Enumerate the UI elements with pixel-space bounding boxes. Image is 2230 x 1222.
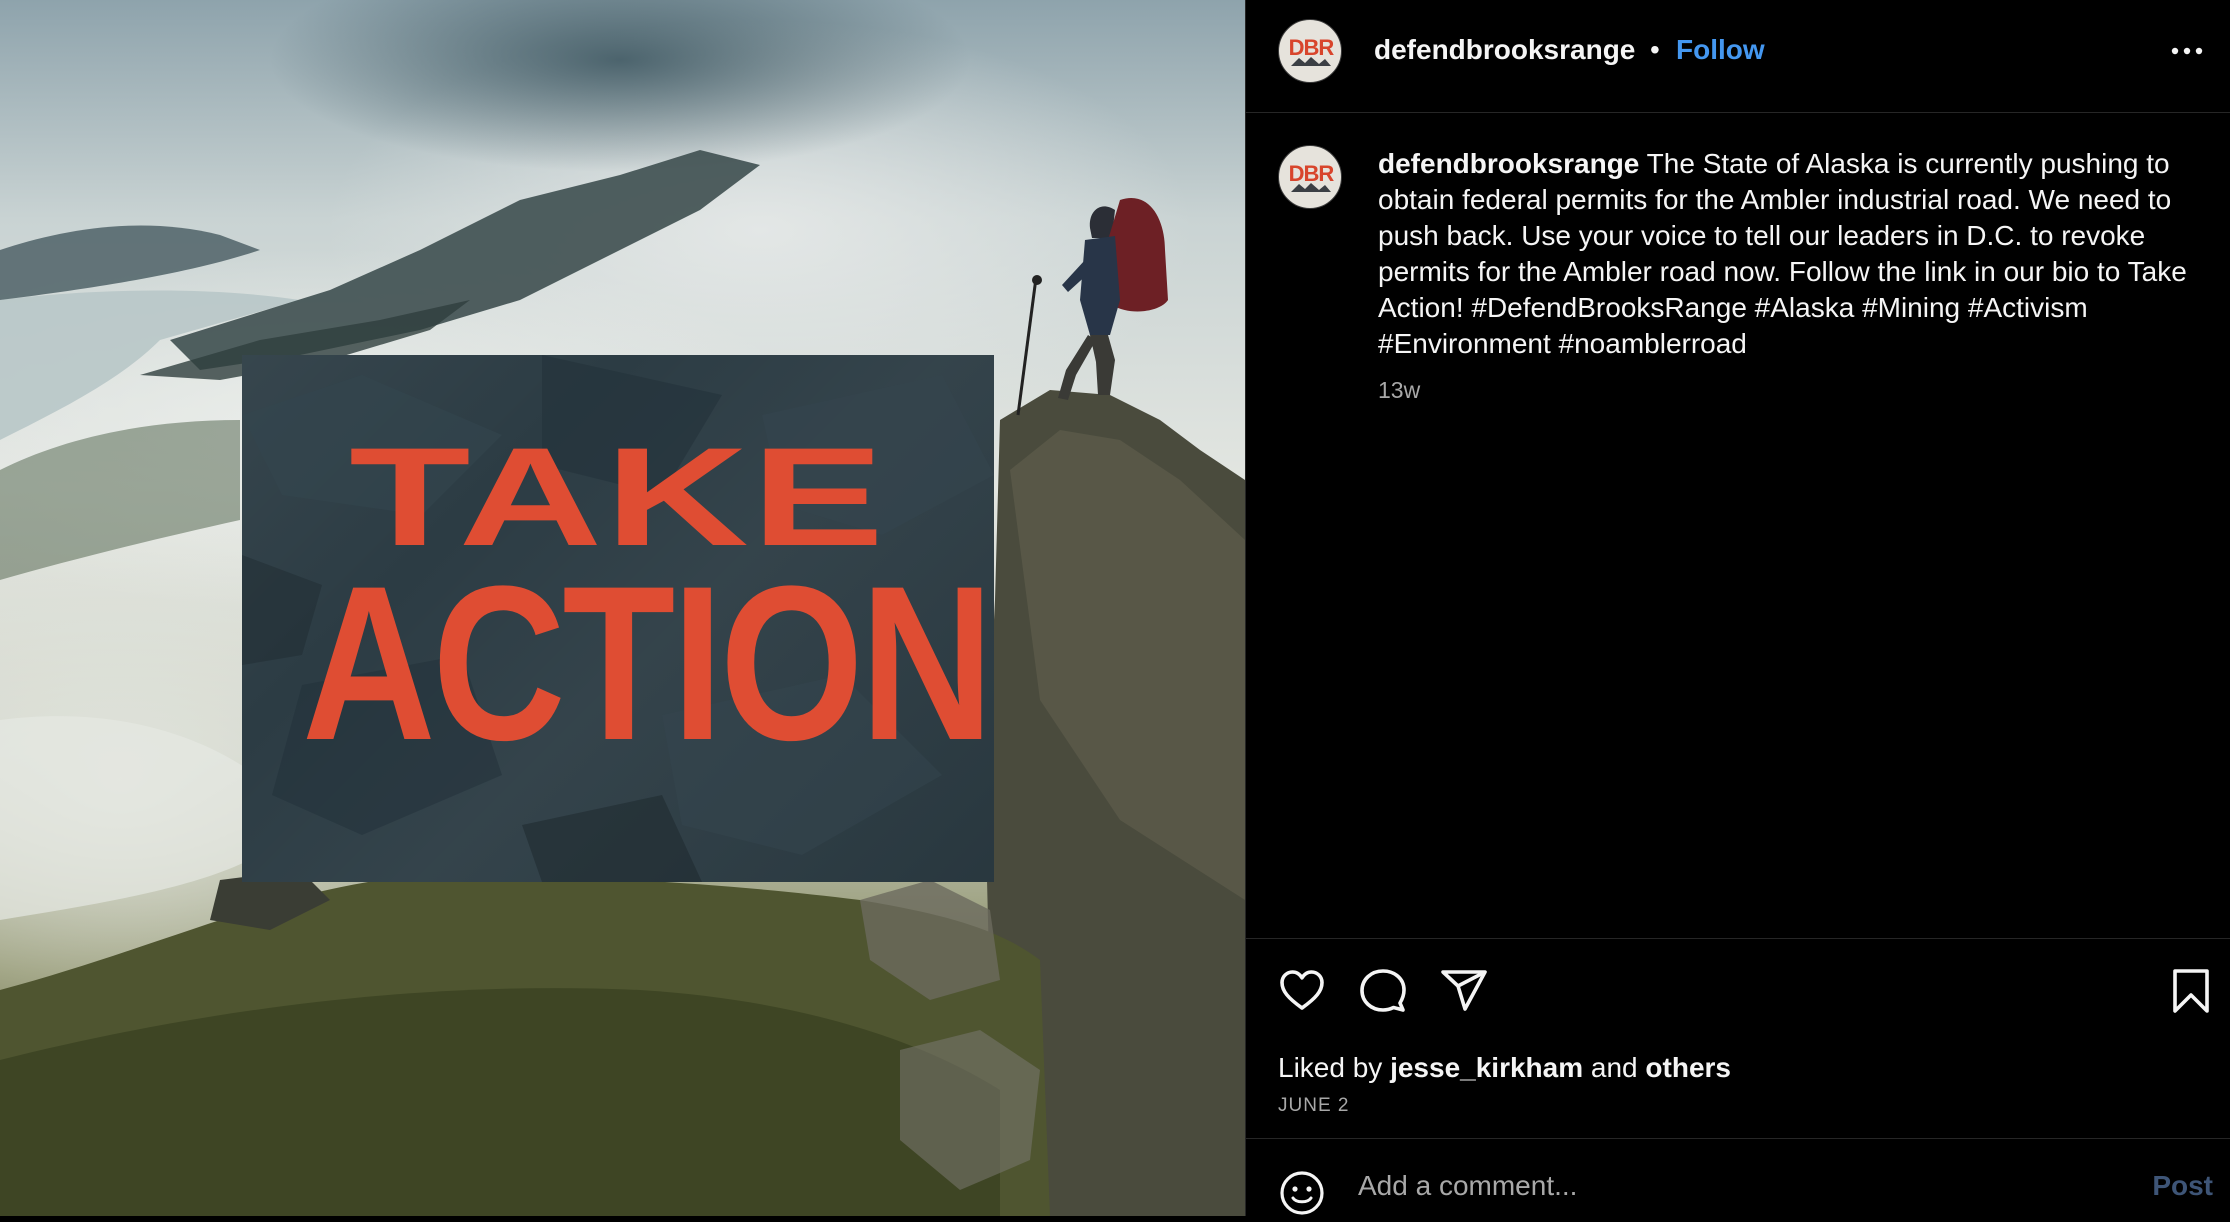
post-dialog: TAKE ACTION DBR defendbrooksrange • Foll…	[0, 0, 2230, 1216]
action-bar: Liked by jesse_kirkham and others JUNE 2	[1246, 938, 2230, 1138]
post-time[interactable]: 13w	[1378, 376, 1420, 404]
share-icon	[1441, 970, 1487, 1011]
more-icon	[2171, 47, 2203, 55]
caption-text: The State of Alaska is currently pushing…	[1378, 148, 2187, 359]
comment-bar: Post	[1246, 1138, 2230, 1216]
heart-icon	[1280, 970, 1324, 1010]
like-button[interactable]	[1278, 967, 1326, 1020]
emoji-button[interactable]	[1278, 1169, 1326, 1222]
likes-others-link[interactable]: others	[1645, 1052, 1731, 1083]
save-button[interactable]	[2171, 967, 2211, 1020]
post-media[interactable]: TAKE ACTION	[0, 0, 1245, 1216]
share-button[interactable]	[1440, 967, 1488, 1020]
follow-button[interactable]: Follow	[1676, 33, 1765, 67]
post-panel: DBR defendbrooksrange • Follow DBR defen…	[1245, 0, 2230, 1216]
avatar[interactable]: DBR	[1278, 19, 1342, 83]
overlay-action: ACTION	[302, 540, 994, 786]
liked-by-user[interactable]: jesse_kirkham	[1390, 1052, 1583, 1083]
separator-dot: •	[1650, 34, 1660, 65]
caption: defendbrooksrange The State of Alaska is…	[1378, 146, 2208, 362]
likes-prefix: Liked by	[1278, 1052, 1383, 1083]
mountain-logo-icon	[1291, 57, 1331, 66]
comment-input[interactable]	[1358, 1161, 2038, 1211]
take-action-card: TAKE ACTION	[242, 355, 994, 882]
comment-icon	[1360, 969, 1406, 1012]
post-date[interactable]: JUNE 2	[1278, 1094, 1349, 1118]
more-options-button[interactable]	[2167, 34, 2207, 68]
mountain-logo-icon	[1291, 183, 1331, 192]
caption-avatar[interactable]: DBR	[1278, 145, 1342, 209]
caption-username[interactable]: defendbrooksrange	[1378, 148, 1639, 179]
post-comment-button[interactable]: Post	[2152, 1169, 2213, 1203]
likes-joiner: and	[1590, 1052, 1638, 1083]
comment-button[interactable]	[1359, 967, 1407, 1020]
emoji-icon	[1280, 1171, 1324, 1215]
header-username[interactable]: defendbrooksrange	[1374, 33, 1635, 67]
bookmark-icon	[2173, 969, 2209, 1013]
post-header: DBR defendbrooksrange • Follow	[1246, 0, 2230, 113]
hiker-figure	[1016, 198, 1168, 416]
likes-summary: Liked by jesse_kirkham and others	[1278, 1051, 1731, 1085]
